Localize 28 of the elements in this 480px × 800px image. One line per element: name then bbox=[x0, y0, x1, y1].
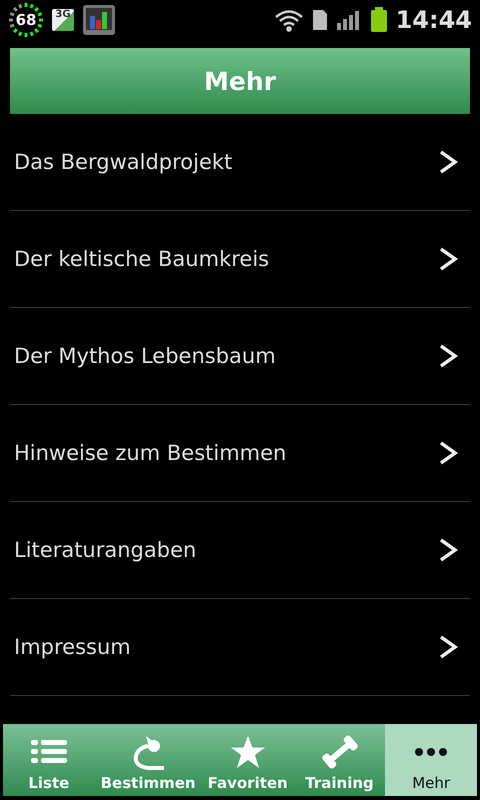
dumbbell-icon bbox=[320, 734, 360, 770]
tab[interactable]: Favoriten bbox=[202, 724, 294, 796]
menu-item[interactable]: Literaturangaben bbox=[10, 502, 470, 599]
chevron-icon bbox=[438, 150, 458, 174]
tab[interactable]: Mehr bbox=[385, 724, 477, 796]
more-icon bbox=[415, 748, 448, 756]
battery-gauge-widget: 68 bbox=[8, 2, 44, 38]
wifi-icon bbox=[274, 8, 304, 32]
menu-item[interactable]: Der Mythos Lebensbaum bbox=[10, 308, 470, 405]
chevron-icon bbox=[438, 441, 458, 465]
chevron-icon bbox=[438, 344, 458, 368]
signal-icon bbox=[336, 9, 362, 31]
chevron-icon bbox=[438, 635, 458, 659]
battery-icon bbox=[370, 7, 388, 33]
sim-card-icon bbox=[312, 9, 328, 31]
chart-app-icon bbox=[82, 4, 116, 36]
header-title: Mehr bbox=[204, 66, 276, 96]
chevron-icon bbox=[438, 538, 458, 562]
chevron-icon bbox=[438, 247, 458, 271]
menu-item[interactable]: Das Bergwaldprojekt bbox=[10, 114, 470, 211]
tab[interactable]: Liste bbox=[3, 724, 95, 796]
menu-item[interactable]: Der keltische Baumkreis bbox=[10, 211, 470, 308]
menu-item[interactable]: Hinweise zum Bestimmen bbox=[10, 405, 470, 502]
tab[interactable]: Training bbox=[294, 724, 386, 796]
network-badge: 3G bbox=[52, 9, 74, 31]
menu-item[interactable]: Impressum bbox=[10, 599, 470, 696]
tab[interactable]: Bestimmen bbox=[94, 724, 202, 796]
clock-time: 14:44 bbox=[396, 6, 472, 34]
